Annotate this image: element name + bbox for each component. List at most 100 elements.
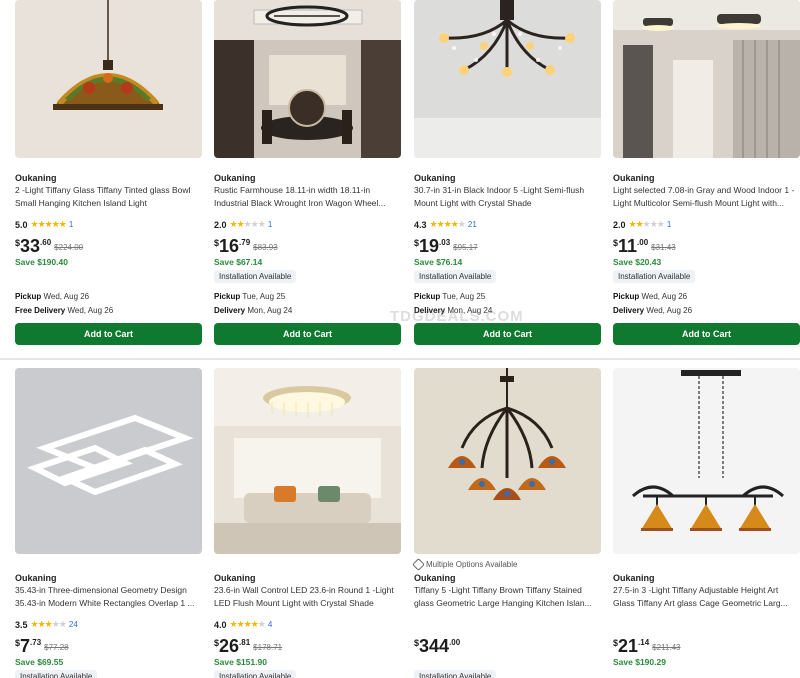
price-cents: .00 xyxy=(637,238,649,247)
product-card[interactable]: Oukaning 2 -Light Tiffany Glass Tiffany … xyxy=(15,0,202,358)
product-card[interactable]: Oukaning 23.6-in Wall Control LED 23.6-i… xyxy=(214,360,401,678)
product-brand: Oukaning xyxy=(613,573,655,583)
pickup-info: Pickup Wed, Aug 26 xyxy=(15,292,89,301)
product-title[interactable]: 27.5-in 3 -Light Tiffany Adjustable Heig… xyxy=(613,584,800,610)
tiffany-five-light-chandelier-image[interactable] xyxy=(414,368,601,554)
was-price: $31.43 xyxy=(651,243,676,252)
pickup-date: Tue, Aug 25 xyxy=(242,292,286,301)
review-count-link[interactable]: 24 xyxy=(69,620,78,629)
installation-badge: Installation Available xyxy=(613,270,696,283)
product-card[interactable]: Oukaning 30.7-in 31-in Black Indoor 5 -L… xyxy=(414,0,601,358)
pickup-info: Pickup Tue, Aug 25 xyxy=(214,292,285,301)
product-title[interactable]: 23.6-in Wall Control LED 23.6-in Round 1… xyxy=(214,584,401,610)
product-rating: 4.0 ★★★★★ 4 xyxy=(214,619,272,630)
round-crystal-flush-image[interactable] xyxy=(214,368,401,554)
save-amount: Save $69.55 xyxy=(15,657,64,667)
price-cents: .79 xyxy=(239,238,251,247)
star-rating-icon: ★★★★★ xyxy=(30,619,67,629)
price-whole: 26 xyxy=(219,636,240,656)
product-price: $ 33 .60 $224.00 xyxy=(15,236,83,256)
price-cents: .00 xyxy=(449,638,461,647)
was-price: $77.28 xyxy=(44,643,69,652)
pickup-date: Wed, Aug 26 xyxy=(641,292,688,301)
review-count-link[interactable]: 1 xyxy=(268,220,272,229)
add-to-cart-button[interactable]: Add to Cart xyxy=(15,323,202,345)
product-title[interactable]: Light selected 7.08-in Gray and Wood Ind… xyxy=(613,184,800,210)
flush-mount-hallway-image[interactable] xyxy=(613,0,800,158)
product-card[interactable]: Oukaning 35.43-in Three-dimensional Geom… xyxy=(15,360,202,678)
price-cents: .03 xyxy=(439,238,451,247)
product-rating: 2.0 ★★★★★ 1 xyxy=(613,219,671,230)
delivery-label: Free Delivery xyxy=(15,306,66,315)
add-to-cart-button[interactable]: Add to Cart xyxy=(613,323,800,345)
tiffany-bowl-pendant-image[interactable] xyxy=(15,0,202,158)
price-cents: .73 xyxy=(30,638,42,647)
product-rating: 2.0 ★★★★★ 1 xyxy=(214,219,272,230)
review-count-link[interactable]: 4 xyxy=(268,620,272,629)
add-to-cart-button[interactable]: Add to Cart xyxy=(414,323,601,345)
product-price: $ 16 .79 $83.93 xyxy=(214,236,278,256)
product-card[interactable]: Multiple Options Available Oukaning Tiff… xyxy=(412,360,601,678)
rating-score: 2.0 xyxy=(613,219,626,230)
was-price: $178.71 xyxy=(253,643,283,652)
multiple-options[interactable]: Multiple Options Available xyxy=(412,558,517,571)
save-amount: Save $67.14 xyxy=(214,257,263,267)
rating-score: 2.0 xyxy=(214,219,227,230)
product-brand: Oukaning xyxy=(414,573,456,583)
save-amount: Save $190.40 xyxy=(15,257,68,267)
pickup-label: Pickup xyxy=(15,292,42,301)
wagon-wheel-chandelier-image[interactable] xyxy=(214,0,401,158)
product-brand: Oukaning xyxy=(214,573,256,583)
product-price: $ 11 .00 $31.43 xyxy=(613,236,676,256)
tiffany-island-pendant-icon xyxy=(613,368,800,554)
rating-score: 3.5 xyxy=(15,619,28,630)
rating-score: 4.0 xyxy=(214,619,227,630)
delivery-info: Delivery Mon, Aug 24 xyxy=(214,306,292,315)
delivery-info: Free Delivery Wed, Aug 26 xyxy=(15,306,113,315)
branch-crystal-light-image[interactable] xyxy=(414,0,601,158)
product-title[interactable]: 30.7-in 31-in Black Indoor 5 -Light Semi… xyxy=(414,184,601,210)
pickup-date: Wed, Aug 26 xyxy=(43,292,90,301)
review-count-link[interactable]: 1 xyxy=(69,220,73,229)
flush-mount-hallway-icon xyxy=(613,0,800,158)
star-rating-icon: ★★★★★ xyxy=(30,219,67,229)
price-whole: 344 xyxy=(419,636,450,656)
product-card[interactable]: Oukaning Light selected 7.08-in Gray and… xyxy=(613,0,800,358)
product-card[interactable]: Oukaning Rustic Farmhouse 18.11-in width… xyxy=(214,0,401,358)
product-price: $ 344 .00 xyxy=(414,636,463,656)
was-price: $95.17 xyxy=(453,243,478,252)
add-to-cart-button[interactable]: Add to Cart xyxy=(214,323,401,345)
review-count-link[interactable]: 21 xyxy=(468,220,477,229)
review-count-link[interactable]: 1 xyxy=(667,220,671,229)
save-amount: Save $76.14 xyxy=(414,257,463,267)
price-cents: .14 xyxy=(638,638,650,647)
product-title[interactable]: 2 -Light Tiffany Glass Tiffany Tinted gl… xyxy=(15,184,202,210)
delivery-date: Wed, Aug 26 xyxy=(646,306,693,315)
product-price: $ 7 .73 $77.28 xyxy=(15,636,69,656)
price-whole: 11 xyxy=(618,236,638,256)
product-title[interactable]: Rustic Farmhouse 18.11-in width 18.11-in… xyxy=(214,184,401,210)
delivery-info: Delivery Wed, Aug 26 xyxy=(613,306,692,315)
delivery-label: Delivery xyxy=(214,306,246,315)
product-price: $ 19 .03 $95.17 xyxy=(414,236,478,256)
product-brand: Oukaning xyxy=(15,173,57,183)
rating-score: 5.0 xyxy=(15,219,28,230)
was-price: $224.00 xyxy=(54,243,84,252)
product-title[interactable]: Tiffany 5 -Light Tiffany Brown Tiffany S… xyxy=(414,584,601,610)
product-card[interactable]: Oukaning 27.5-in 3 -Light Tiffany Adjust… xyxy=(613,360,800,678)
installation-badge: Installation Available xyxy=(414,670,497,678)
rectangles-led-light-image[interactable] xyxy=(15,368,202,554)
pickup-label: Pickup xyxy=(414,292,441,301)
product-title[interactable]: 35.43-in Three-dimensional Geometry Desi… xyxy=(15,584,202,610)
rating-score: 4.3 xyxy=(414,219,427,230)
product-rating: 4.3 ★★★★★ 21 xyxy=(414,219,477,230)
delivery-date: Wed, Aug 26 xyxy=(67,306,114,315)
price-whole: 7 xyxy=(20,636,31,656)
star-rating-icon: ★★★★★ xyxy=(628,219,665,229)
save-amount: Save $151.90 xyxy=(214,657,267,667)
installation-badge: Installation Available xyxy=(414,270,497,283)
product-rating: 5.0 ★★★★★ 1 xyxy=(15,219,73,230)
product-brand: Oukaning xyxy=(214,173,256,183)
tiffany-island-pendant-image[interactable] xyxy=(613,368,800,554)
options-icon xyxy=(412,558,425,571)
